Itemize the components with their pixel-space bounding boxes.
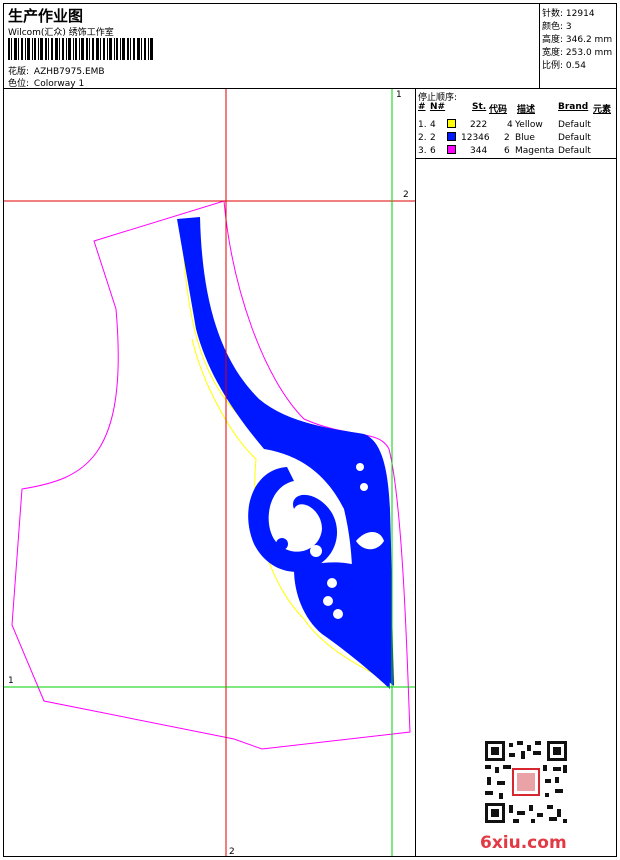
color-count-label: 颜色: [542, 22, 564, 32]
color-count-row: 颜色: 3 [542, 19, 572, 32]
row-code: 2 [504, 133, 510, 143]
stitch-count-row: 针数: 12914 [542, 6, 595, 19]
colorway-row: 色位: Colorway 1 [8, 76, 84, 89]
row-stitches: 344 [470, 146, 488, 156]
design-stats-panel: 针数: 12914 颜色: 3 高度: 346.2 mm 宽度: 253.0 m… [540, 4, 616, 89]
sheet-title: 生产作业图 [8, 7, 84, 25]
row-index: 1. [418, 120, 427, 130]
guide-label-h-red: 2 [403, 190, 409, 200]
scale-label: 比例: [542, 61, 564, 71]
header-panel: 生产作业图 Wilcom(汇众) 绣饰工作室 花版: AZHB7975.EMB … [4, 4, 540, 89]
embroidery-preview [4, 89, 415, 856]
blue-embroidery [177, 217, 394, 689]
row-description: Yellow [515, 120, 543, 130]
design-canvas: 1 2 1 2 [4, 89, 416, 857]
col-header-brand: Brand [558, 102, 589, 112]
col-header-needle: N# [430, 102, 446, 112]
row-brand: Default [558, 133, 591, 143]
guide-label-h-green: 1 [8, 676, 14, 686]
height-value: 346.2 mm [565, 35, 613, 45]
row-brand: Default [558, 146, 591, 156]
row-index: 3. [418, 146, 427, 156]
row-index: 2. [418, 133, 427, 143]
row-description: Blue [515, 133, 535, 143]
colorway-label: 色位: [8, 79, 30, 89]
row-code: 6 [504, 146, 510, 156]
col-header-code: 代码 [489, 105, 508, 115]
row-stitches: 222 [470, 120, 488, 130]
color-swatch-yellow [447, 119, 456, 128]
width-value: 253.0 mm [565, 48, 613, 58]
guide-label-v-green: 1 [396, 90, 402, 100]
stitch-count-value: 12914 [565, 9, 595, 19]
col-header-element: 元素 [593, 105, 612, 115]
company-name: Wilcom(汇众) 绣饰工作室 [8, 28, 114, 38]
row-needle: 4 [430, 120, 436, 130]
width-label: 宽度: [542, 48, 564, 58]
guide-label-v-red: 2 [229, 847, 235, 857]
row-code: 4 [507, 120, 513, 130]
row-needle: 6 [430, 146, 436, 156]
row-description: Magenta [515, 146, 555, 156]
qr-code [483, 739, 569, 825]
col-header-index: # [418, 102, 426, 112]
barcode [8, 38, 153, 60]
row-stitches: 12346 [461, 133, 490, 143]
height-label: 高度: [542, 35, 564, 45]
width-row: 宽度: 253.0 mm [542, 45, 612, 58]
col-header-description: 描述 [517, 105, 536, 115]
production-sheet: 生产作业图 Wilcom(汇众) 绣饰工作室 花版: AZHB7975.EMB … [3, 3, 617, 857]
scale-row: 比例: 0.54 [542, 58, 586, 71]
height-row: 高度: 346.2 mm [542, 32, 612, 45]
scale-value: 0.54 [565, 61, 586, 71]
row-brand: Default [558, 120, 591, 130]
row-needle: 2 [430, 133, 436, 143]
col-header-stitches: St. [472, 102, 487, 112]
color-swatch-blue [447, 132, 456, 141]
stitch-count-label: 针数: [542, 9, 564, 19]
site-watermark: 6xiu.com [480, 833, 567, 853]
stop-sequence-panel: 停止顺序: # N# St. 代码 描述 Brand 元素 1. 4 222 4… [416, 89, 616, 159]
colorway-value: Colorway 1 [33, 79, 85, 89]
color-swatch-magenta [447, 145, 456, 154]
color-count-value: 3 [565, 22, 572, 32]
